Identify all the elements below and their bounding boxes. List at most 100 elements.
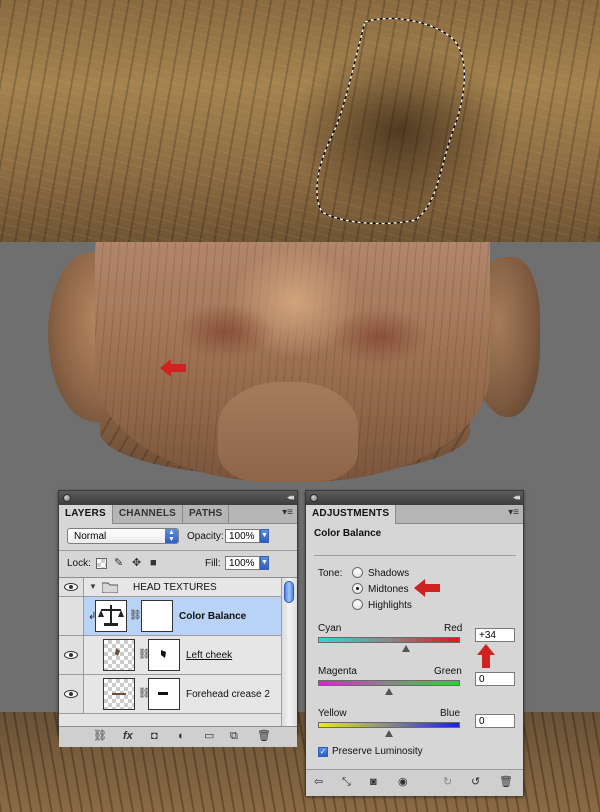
trash-icon[interactable]: 🗑 xyxy=(257,730,271,743)
magenta-green-slider[interactable] xyxy=(318,680,460,686)
radio-shadows[interactable] xyxy=(352,567,363,578)
mask-thumbnail[interactable] xyxy=(148,639,180,671)
divider xyxy=(314,555,516,556)
layer-name: Left cheek xyxy=(186,650,233,661)
panel-tabs: ADJUSTMENTS ▾≡ xyxy=(306,505,523,524)
adjustment-thumbnail xyxy=(95,600,127,632)
tab-layers[interactable]: LAYERS xyxy=(59,505,113,524)
annotation-arrow-up-icon xyxy=(477,644,495,668)
expand-triangle-icon[interactable]: ▼ xyxy=(89,582,97,591)
layer-color-balance[interactable]: ↲ ⛓ Color Balance xyxy=(59,597,281,636)
yellow-blue-slider[interactable] xyxy=(318,722,460,728)
previous-state-icon[interactable]: ↻ xyxy=(443,776,452,789)
panel-titlebar: ◂◂ xyxy=(59,491,297,505)
lock-row: Lock: ✎ ✥ ■ Fill: 100% ▼ xyxy=(59,551,297,577)
magenta-green-value[interactable]: 0 xyxy=(475,672,515,686)
slider-left-label: Cyan xyxy=(318,623,342,634)
lock-brush-icon[interactable]: ✎ xyxy=(114,558,125,569)
layer-list: ▼ HEAD TEXTURES ↲ ⛓ Color Balance ⛓ Left… xyxy=(59,577,297,727)
folder-icon xyxy=(102,582,118,593)
reset-icon[interactable]: ↺ xyxy=(471,776,480,789)
expand-view-icon[interactable]: ⤡ xyxy=(342,776,351,789)
panel-menu-icon[interactable]: ▾≡ xyxy=(508,507,519,518)
slider-left-label: Magenta xyxy=(318,666,357,677)
eye-icon[interactable] xyxy=(64,583,78,591)
link-icon[interactable]: ⛓ xyxy=(129,610,142,621)
slider-right-label: Red xyxy=(444,623,463,634)
radio-label: Highlights xyxy=(368,600,412,611)
lock-transparent-icon[interactable] xyxy=(96,558,107,569)
layers-scrollbar[interactable] xyxy=(281,578,297,726)
adjustment-title: Color Balance xyxy=(314,528,382,539)
fx-icon[interactable]: fx xyxy=(123,730,133,743)
mask-thumbnail[interactable] xyxy=(141,600,173,632)
radio-label: Shadows xyxy=(368,568,410,579)
layer-name: HEAD TEXTURES xyxy=(133,582,217,593)
close-icon[interactable] xyxy=(310,494,318,502)
new-group-icon[interactable]: ▭ xyxy=(204,730,214,743)
link-layers-icon[interactable]: ⛓ xyxy=(93,730,107,743)
fill-dropdown-icon[interactable]: ▼ xyxy=(260,556,269,570)
tab-adjustments[interactable]: ADJUSTMENTS xyxy=(306,505,397,524)
cyan-red-value[interactable]: +34 xyxy=(475,628,515,642)
radio-midtones[interactable] xyxy=(352,583,363,594)
add-mask-icon[interactable]: ◘ xyxy=(151,730,158,743)
lock-move-icon[interactable]: ✥ xyxy=(132,558,143,569)
scroll-thumb[interactable] xyxy=(284,581,294,603)
blend-mode-value: Normal xyxy=(74,531,107,542)
adjustments-toolbar: ⇦ ⤡ ◙ ◉ ↻ ↺ 🗑 xyxy=(306,769,523,796)
tab-channels[interactable]: CHANNELS xyxy=(113,505,184,523)
panel-titlebar: ◂◂ xyxy=(306,491,523,505)
layer-group-head-textures[interactable]: ▼ HEAD TEXTURES xyxy=(59,578,281,597)
layer-name: Color Balance xyxy=(179,611,247,622)
opacity-input[interactable]: 100% xyxy=(225,529,260,543)
opacity-label: Opacity: xyxy=(187,531,224,542)
trash-icon[interactable]: 🗑 xyxy=(499,776,513,789)
slider-knob[interactable] xyxy=(385,730,393,737)
collapse-icon[interactable]: ◂◂ xyxy=(513,492,520,503)
visibility-cell xyxy=(59,675,84,713)
select-arrows-icon: ▲ ▼ xyxy=(165,529,178,543)
slider-knob[interactable] xyxy=(402,645,411,652)
layers-toolbar: ⛓ fx ◘ ◐ ▭ ⧉ 🗑 xyxy=(59,727,297,747)
opacity-dropdown-icon[interactable]: ▼ xyxy=(260,529,269,543)
layer-name: Forehead crease 2 xyxy=(186,689,270,700)
cyan-red-slider[interactable] xyxy=(318,637,460,643)
new-layer-icon[interactable]: ⧉ xyxy=(230,730,238,743)
layer-left-cheek[interactable]: ⛓ Left cheek xyxy=(59,636,281,675)
tab-paths[interactable]: PATHS xyxy=(183,505,230,523)
layer-forehead-crease-2[interactable]: ⛓ Forehead crease 2 xyxy=(59,675,281,714)
back-arrow-icon[interactable]: ⇦ xyxy=(314,776,323,789)
layer-thumbnail xyxy=(103,678,135,710)
eye-icon[interactable] xyxy=(64,651,78,659)
radio-highlights[interactable] xyxy=(352,599,363,610)
adjustments-panel: ◂◂ ADJUSTMENTS ▾≡ Color Balance Tone: Sh… xyxy=(305,490,524,796)
visibility-cell xyxy=(59,578,84,596)
texture-photo xyxy=(0,0,600,242)
slider-knob[interactable] xyxy=(385,688,393,695)
fill-input[interactable]: 100% xyxy=(225,556,260,570)
slider-right-label: Green xyxy=(434,666,462,677)
trunk-base xyxy=(218,382,358,482)
visibility-eye-icon[interactable]: ◉ xyxy=(398,776,408,789)
annotation-arrow-icon xyxy=(414,579,440,597)
visibility-cell xyxy=(59,597,84,635)
eye-icon[interactable] xyxy=(64,690,78,698)
balance-scale-icon xyxy=(98,605,124,626)
blend-row: Normal ▲ ▼ Opacity: 100% ▼ xyxy=(59,524,297,550)
slider-right-label: Blue xyxy=(440,708,461,719)
mask-thumbnail[interactable] xyxy=(148,678,180,710)
fill-label: Fill: xyxy=(205,558,221,569)
slider-left-label: Yellow xyxy=(318,708,347,719)
lock-all-icon[interactable]: ■ xyxy=(150,558,161,569)
blend-mode-select[interactable]: Normal ▲ ▼ xyxy=(67,528,179,544)
clip-to-layer-icon[interactable]: ◙ xyxy=(370,776,377,789)
adjustment-layer-icon[interactable]: ◐ xyxy=(178,730,185,743)
collapse-icon[interactable]: ◂◂ xyxy=(287,492,294,503)
preserve-luminosity-checkbox[interactable]: ✓ xyxy=(318,747,328,757)
close-icon[interactable] xyxy=(63,494,71,502)
layer-thumbnail xyxy=(103,639,135,671)
yellow-blue-value[interactable]: 0 xyxy=(475,714,515,728)
radio-label: Midtones xyxy=(368,584,409,595)
panel-menu-icon[interactable]: ▾≡ xyxy=(282,507,293,518)
